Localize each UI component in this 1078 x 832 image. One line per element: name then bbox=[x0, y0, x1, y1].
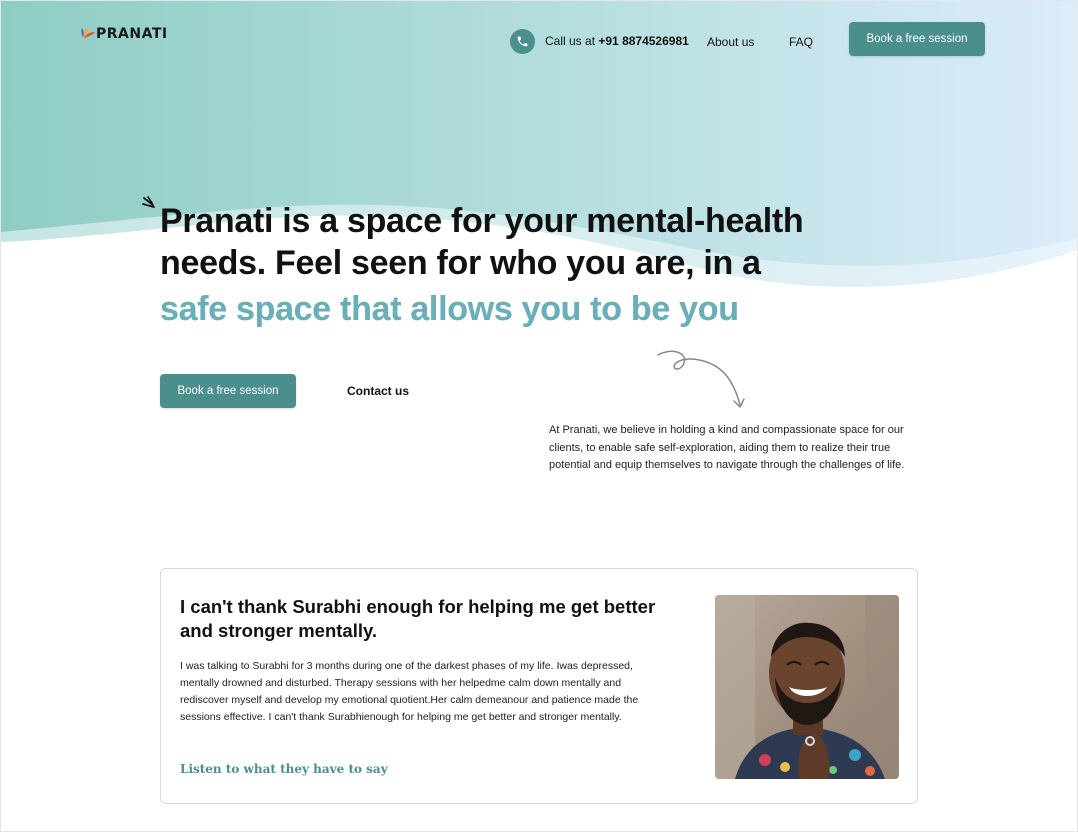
call-us-text[interactable]: Call us at +91 8874526981 bbox=[545, 34, 689, 48]
testimonial-body: I was talking to Surabhi for 3 months du… bbox=[180, 660, 639, 723]
person-photo bbox=[715, 595, 899, 779]
nav-about-us[interactable]: About us bbox=[707, 35, 754, 49]
header-nav: Call us at +91 8874526981 bbox=[510, 23, 689, 59]
squiggle-arrow-icon bbox=[657, 350, 745, 408]
testimonial-card: I can't thank Surabhi enough for helping… bbox=[160, 568, 918, 804]
hero-line-1: Pranati is a space for your mental-healt… bbox=[160, 202, 804, 240]
hero-headline: Pranati is a space for your mental-healt… bbox=[160, 200, 860, 330]
phone-icon[interactable] bbox=[510, 28, 535, 54]
testimonial-title: I can't thank Surabhi enough for helping… bbox=[180, 596, 656, 641]
contact-us-link[interactable]: Contact us bbox=[347, 384, 409, 398]
hero-accent-line: safe space that allows you to be you bbox=[160, 288, 860, 330]
brand-name: PRANATI bbox=[96, 26, 168, 42]
listen-link[interactable]: Listen to what they have to say bbox=[180, 762, 388, 776]
intro-paragraph: At Pranati, we believe in holding a kind… bbox=[549, 424, 905, 471]
header-book-session-button[interactable]: Book a free session bbox=[849, 22, 985, 56]
nav-faq[interactable]: FAQ bbox=[789, 35, 813, 49]
brand-logo[interactable]: PRANATI bbox=[80, 24, 168, 42]
hero-book-session-button[interactable]: Book a free session bbox=[160, 374, 296, 408]
hero-line-2: needs. Feel seen for who you are, in a bbox=[160, 244, 761, 282]
burst-icon bbox=[142, 196, 155, 208]
